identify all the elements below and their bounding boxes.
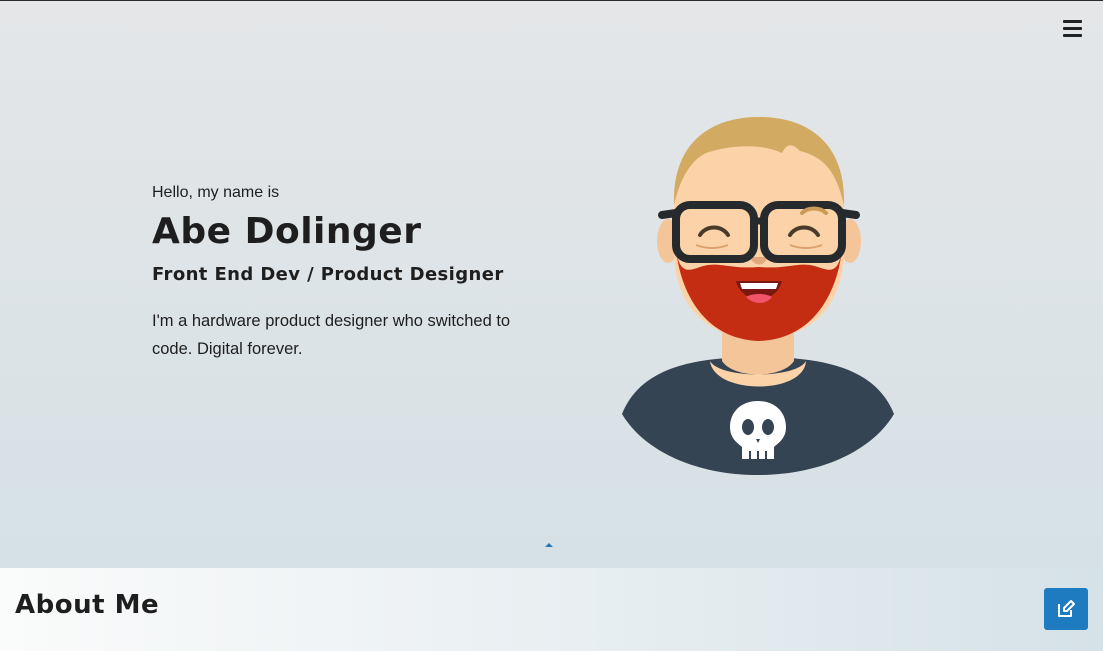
job-title: Front End Dev / Product Designer — [152, 264, 504, 285]
edit-icon — [1058, 600, 1075, 617]
about-section: About Me — [0, 568, 1103, 651]
avatar-illustration — [622, 117, 894, 475]
greeting-text: Hello, my name is — [152, 184, 280, 201]
intro-block: Hello, my name is Abe Dolinger Front End… — [152, 183, 532, 363]
caret-up-icon[interactable] — [544, 541, 554, 549]
tagline-text: I'm a hardware product designer who swit… — [152, 312, 511, 358]
edit-button[interactable] — [1044, 588, 1088, 630]
about-title: About Me — [15, 590, 160, 620]
hamburger-menu-icon[interactable] — [1063, 20, 1082, 37]
person-name: Abe Dolinger — [152, 211, 422, 252]
hero-section: Hello, my name is Abe Dolinger Front End… — [0, 1, 1103, 568]
